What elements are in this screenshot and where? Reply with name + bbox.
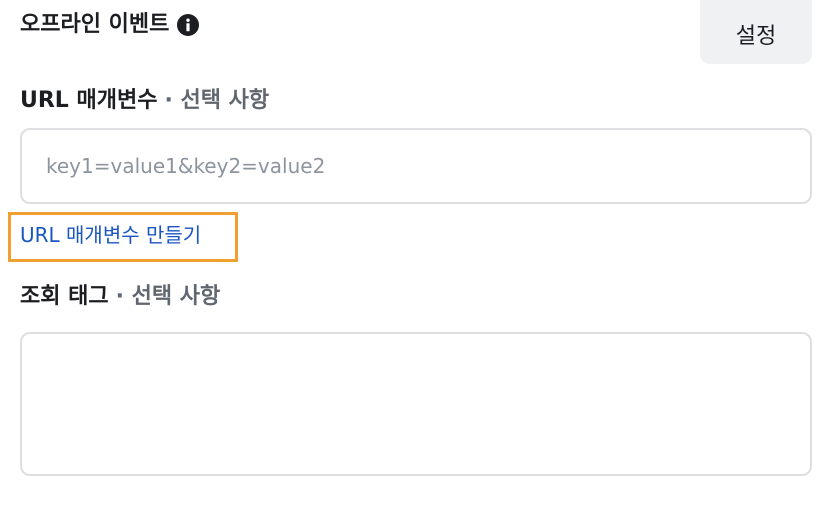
offline-events-title: 오프라인 이벤트: [20, 12, 170, 37]
page: 오프라인 이벤트 설정 URL 매개변수 · 선택 사항 URL 매개변수 만들…: [0, 0, 832, 514]
view-tags-label: 조회 태그 · 선택 사항: [20, 282, 220, 312]
settings-button[interactable]: 설정: [700, 0, 812, 64]
view-tags-label-text: 조회 태그: [20, 284, 109, 309]
offline-events-header: 오프라인 이벤트: [20, 10, 200, 40]
info-icon[interactable]: [177, 14, 200, 36]
view-tags-textarea[interactable]: [20, 332, 812, 476]
url-params-label: URL 매개변수 · 선택 사항: [20, 86, 269, 116]
create-url-params-link[interactable]: URL 매개변수 만들기: [20, 220, 201, 250]
url-params-input[interactable]: [20, 128, 812, 204]
url-params-optional-text: · 선택 사항: [164, 88, 270, 113]
view-tags-optional-text: · 선택 사항: [115, 284, 221, 309]
url-params-label-text: URL 매개변수: [20, 88, 158, 113]
